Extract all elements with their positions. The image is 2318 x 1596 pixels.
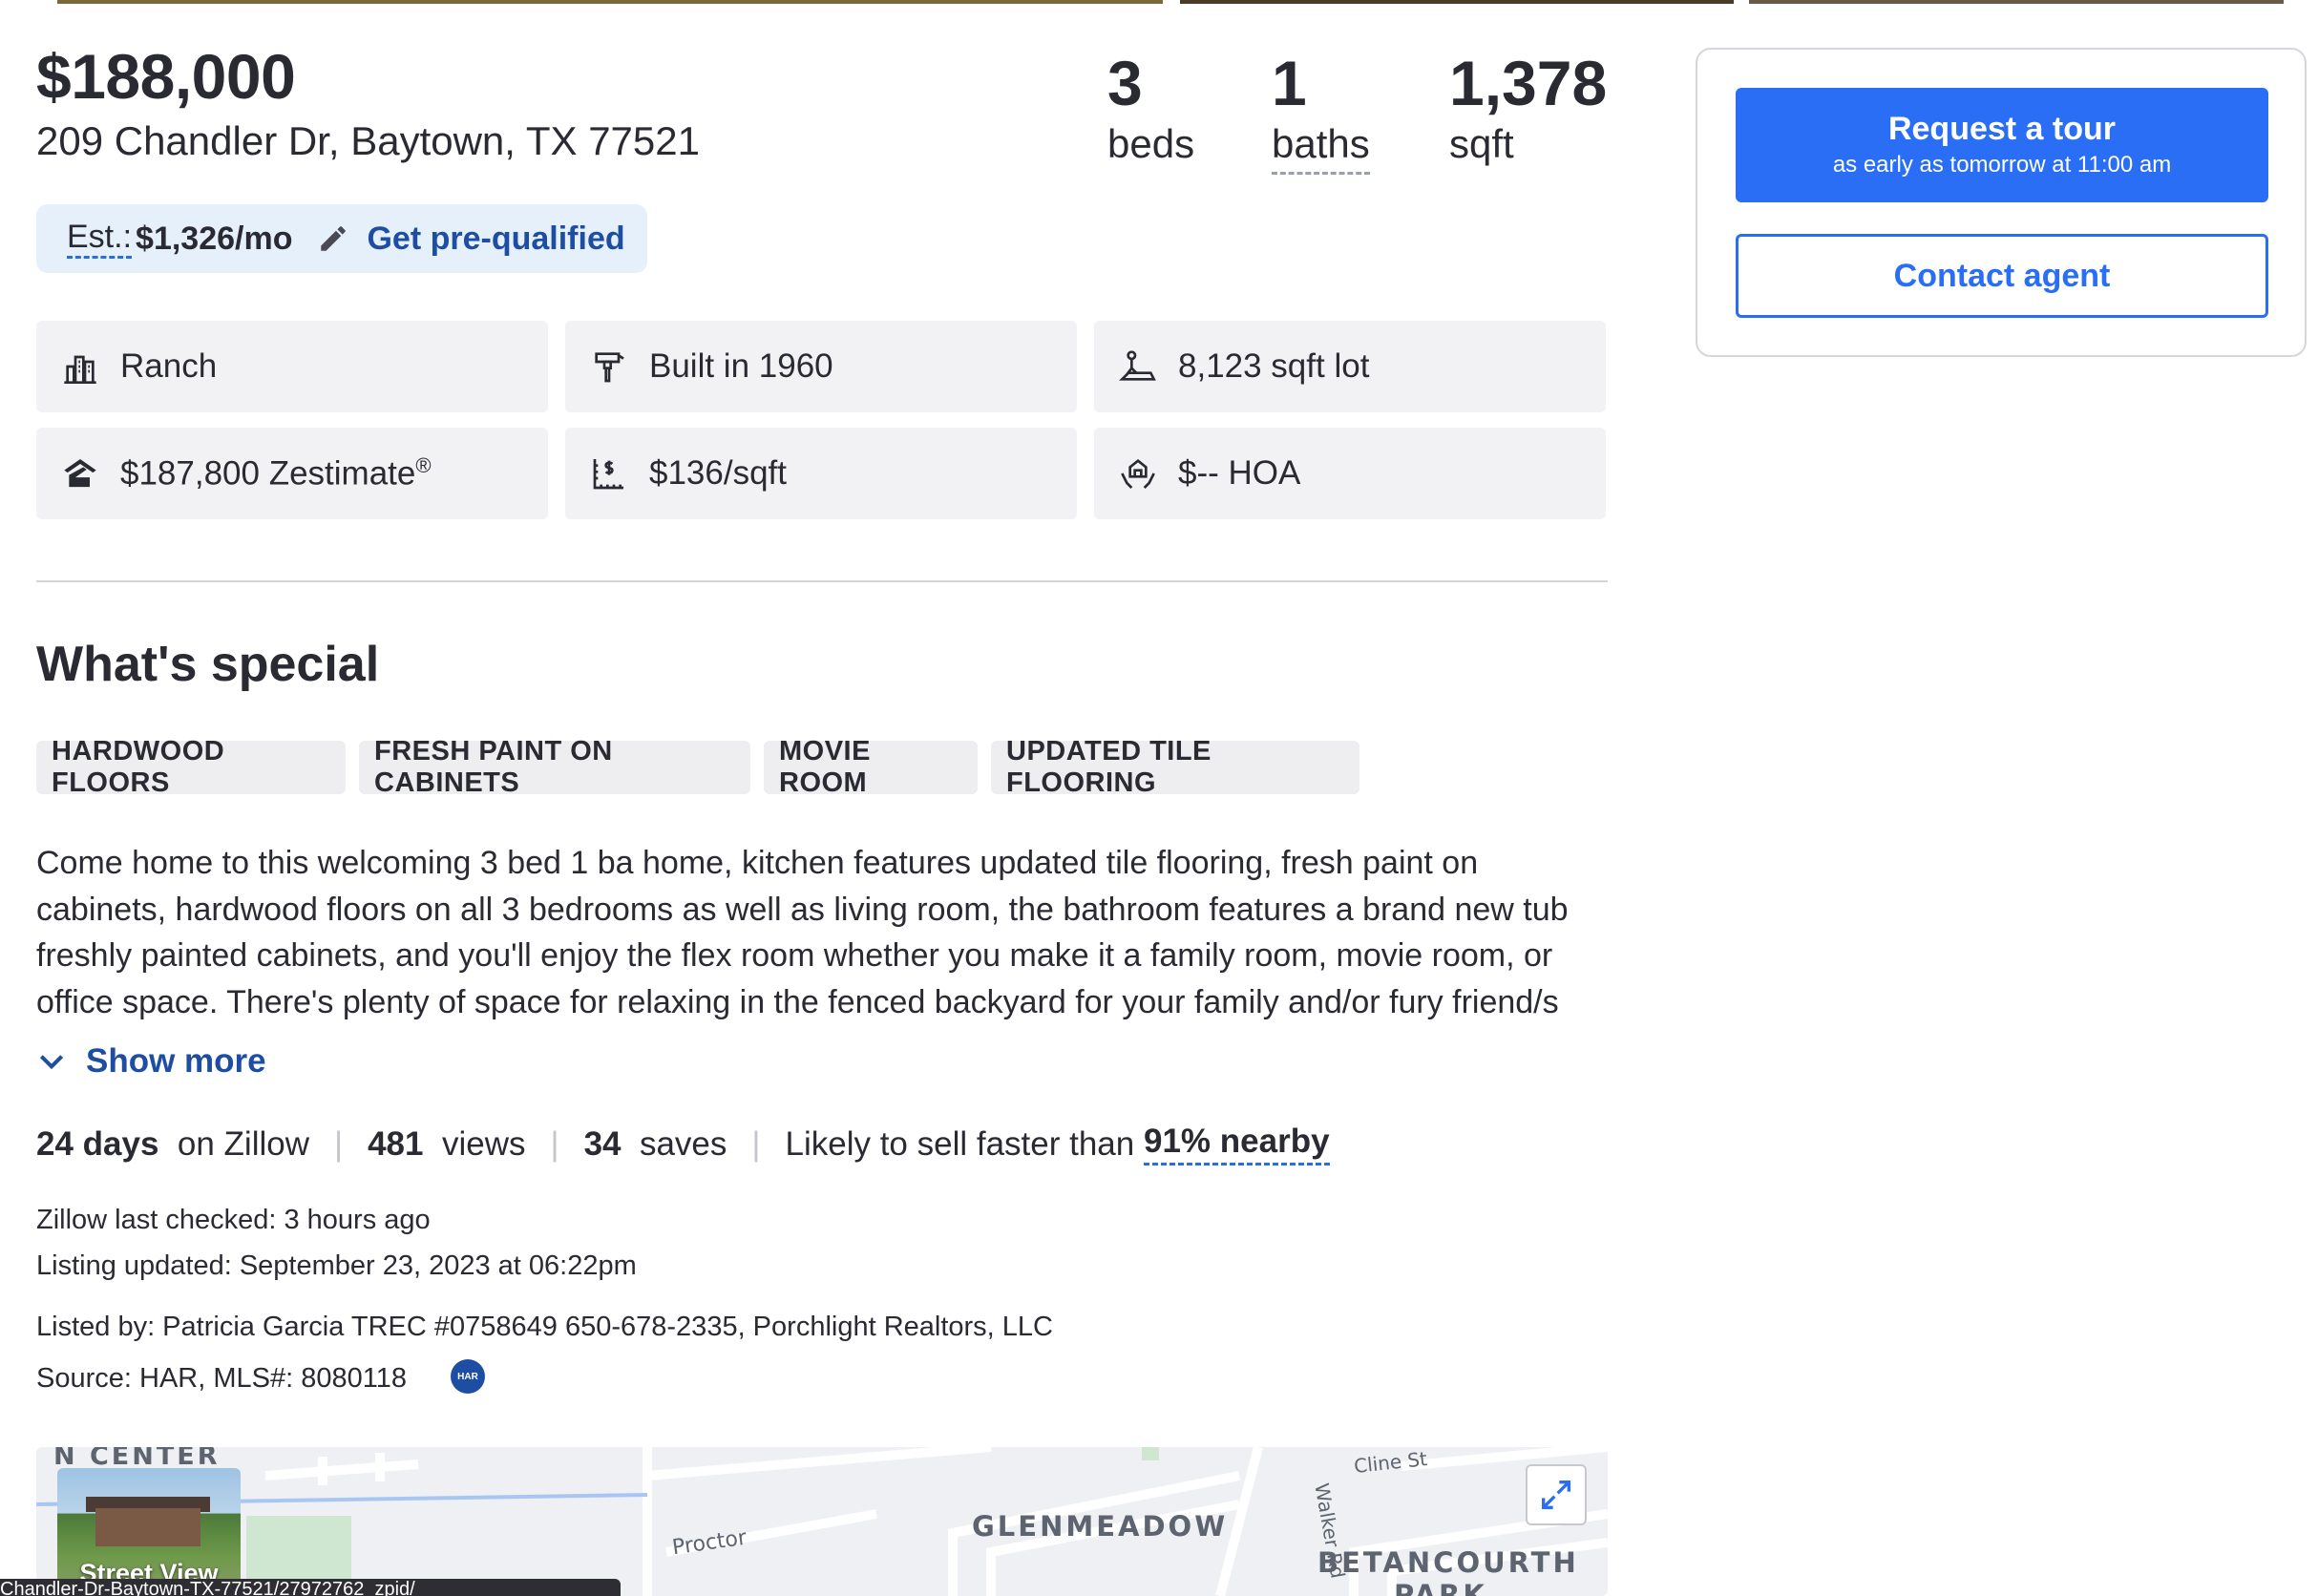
building-icon: [64, 355, 96, 384]
estimate-value: $1,326/mo: [136, 220, 293, 257]
monthly-estimate-pill[interactable]: Est.: $1,326/mo Get pre-qualified: [36, 204, 647, 273]
map-preview[interactable]: N CENTER Proctor GLENMEADOW Walker Rd Cl…: [36, 1447, 1608, 1596]
har-logo-icon: HAR: [451, 1359, 485, 1394]
estimate-label[interactable]: Est.:: [67, 219, 133, 259]
views-value: 481: [368, 1124, 424, 1163]
listing-metrics: 24 days on Zillow | 481 views | 34 saves…: [36, 1123, 1330, 1166]
street-view-house: [95, 1508, 200, 1546]
description-line: cabinets, hardwood floors on all 3 bedro…: [36, 891, 1569, 928]
photo-strip-1[interactable]: [57, 0, 1163, 4]
zillow-house-icon: [64, 459, 96, 488]
baths-stat[interactable]: 1 baths: [1272, 46, 1370, 175]
fact-text: $187,800 Zestimate®: [120, 453, 432, 493]
expand-icon: [1542, 1480, 1570, 1509]
description-line: office space. There's plenty of space fo…: [36, 983, 1559, 1020]
baths-label[interactable]: baths: [1272, 120, 1370, 175]
sell-faster-value[interactable]: 91% nearby: [1143, 1123, 1330, 1166]
fact-zestimate[interactable]: $187,800 Zestimate®: [36, 428, 548, 519]
sqft-value: 1,378: [1449, 48, 1608, 118]
hammer-icon: [595, 352, 624, 383]
tag-fresh-paint: FRESH PAINT ON CABINETS: [359, 736, 750, 798]
listed-by: Listed by: Patricia Garcia TREC #0758649…: [36, 1312, 1053, 1342]
listing-address: 209 Chandler Dr, Baytown, TX 77521: [36, 118, 700, 163]
fact-hoa: $-- HOA: [1094, 428, 1606, 519]
metric-separator: |: [334, 1124, 344, 1163]
beds-value: 3: [1107, 48, 1143, 118]
photo-strip-3[interactable]: [1749, 0, 2284, 4]
chevron-down-icon: [39, 1055, 64, 1070]
map-label: PARK: [1394, 1579, 1487, 1596]
tag-movie-room: MOVIE ROOM: [764, 736, 978, 798]
listing-source: Source: HAR, MLS#: 8080118: [36, 1363, 407, 1394]
show-more-label: Show more: [86, 1042, 266, 1080]
fact-lot-size: 8,123 sqft lot: [1094, 321, 1606, 412]
fact-text: Ranch: [120, 347, 218, 385]
beds-stat: 3 beds: [1107, 46, 1194, 168]
contact-agent-button[interactable]: Contact agent: [1736, 234, 2268, 318]
metric-separator: |: [550, 1124, 559, 1163]
metric-separator: |: [751, 1124, 761, 1163]
get-prequalified-link[interactable]: Get pre-qualified: [367, 220, 624, 258]
fact-text: Built in 1960: [649, 347, 833, 385]
expand-map-button[interactable]: [1526, 1464, 1587, 1525]
request-tour-title: Request a tour: [1887, 111, 2117, 147]
section-divider: [36, 580, 1608, 582]
fact-year-built: Built in 1960: [565, 321, 1077, 412]
last-checked: Zillow last checked: 3 hours ago: [36, 1205, 431, 1235]
price-per-sqft-icon: [593, 459, 623, 490]
fact-text: $-- HOA: [1178, 454, 1301, 492]
saves-label: saves: [639, 1124, 727, 1163]
listing-description: Come home to this welcoming 3 bed 1 ba h…: [36, 840, 1621, 1025]
saves-value: 34: [583, 1124, 622, 1163]
fact-price-per-sqft: $136/sqft: [565, 428, 1077, 519]
hoa-hands-icon: [1121, 458, 1155, 489]
tag-hardwood-floors: HARDWOOD FLOORS: [36, 736, 346, 798]
views-label: views: [441, 1124, 526, 1163]
fact-home-type: Ranch: [36, 321, 548, 412]
show-more-button[interactable]: Show more: [36, 1042, 266, 1081]
tag-updated-tile: UPDATED TILE FLOORING: [991, 736, 1359, 798]
pencil-icon: [321, 226, 347, 251]
whats-special-heading: What's special: [36, 637, 380, 692]
street-view-thumbnail[interactable]: Street View: [57, 1468, 241, 1596]
description-line: Come home to this welcoming 3 bed 1 ba h…: [36, 845, 1479, 881]
days-on-zillow-value: 24 days: [36, 1124, 159, 1163]
link-status-bar: Chandler-Dr-Baytown-TX-77521/27972762_zp…: [0, 1579, 621, 1596]
map-label: BETANCOURTH: [1317, 1546, 1579, 1579]
map-label: GLENMEADOW: [972, 1510, 1229, 1543]
listing-price: $188,000: [36, 41, 296, 112]
fact-text: 8,123 sqft lot: [1178, 347, 1370, 385]
sell-faster-label: Likely to sell faster than: [785, 1124, 1135, 1163]
lot-icon: [1119, 350, 1156, 381]
listing-updated: Listing updated: September 23, 2023 at 0…: [36, 1250, 637, 1281]
fact-text: $136/sqft: [649, 454, 787, 492]
baths-value: 1: [1272, 48, 1307, 118]
description-line: freshly painted cabinets, and you'll enj…: [36, 937, 1553, 974]
sqft-label: sqft: [1449, 121, 1514, 166]
sqft-stat: 1,378 sqft: [1449, 46, 1607, 168]
request-tour-button[interactable]: Request a tour as early as tomorrow at 1…: [1736, 88, 2268, 202]
days-on-zillow-label: on Zillow: [177, 1124, 309, 1163]
request-tour-subtitle: as early as tomorrow at 11:00 am: [1832, 152, 2172, 178]
photo-strip-2[interactable]: [1180, 0, 1734, 4]
beds-label: beds: [1107, 121, 1195, 166]
